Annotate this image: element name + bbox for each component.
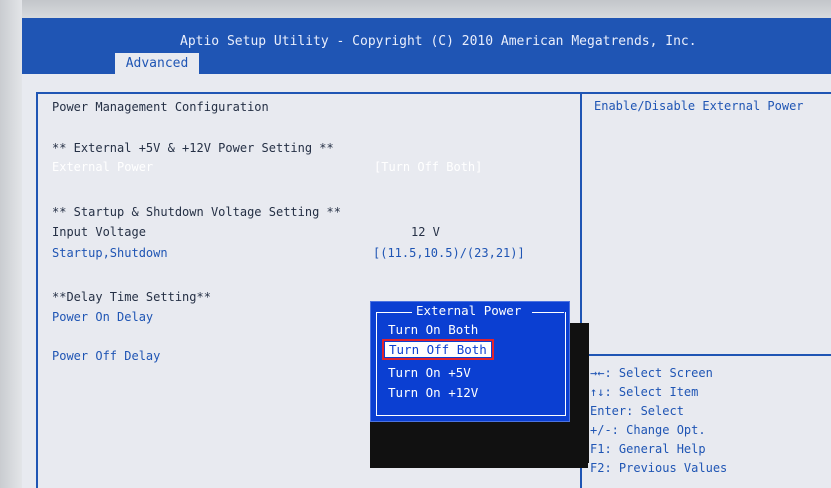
popup-title: External Power — [416, 303, 522, 318]
external-power-label[interactable]: External Power — [52, 160, 153, 174]
help-description: Enable/Disable External Power — [594, 99, 804, 113]
startup-shutdown-label[interactable]: Startup,Shutdown — [52, 246, 168, 260]
external-power-popup: External Power Turn On Both Turn Off Bot… — [370, 301, 570, 422]
page-heading: Power Management Configuration — [52, 100, 269, 114]
key-select-screen: →←: Select Screen — [590, 366, 713, 380]
option-turn-on-both[interactable]: Turn On Both — [388, 322, 478, 337]
power-off-delay-label[interactable]: Power Off Delay — [52, 349, 160, 363]
startup-shutdown-value[interactable]: [(11.5,10.5)/(23,21)] — [373, 246, 525, 260]
option-turn-on-5v[interactable]: Turn On +5V — [388, 365, 471, 380]
popup-shadow-side — [567, 323, 589, 463]
option-turn-on-12v[interactable]: Turn On +12V — [388, 385, 478, 400]
key-change-option: +/-: Change Opt. — [590, 423, 706, 437]
option-turn-off-both[interactable]: Turn Off Both — [382, 339, 494, 360]
key-general-help: F1: General Help — [590, 442, 706, 456]
tab-advanced[interactable]: Advanced — [115, 53, 199, 74]
help-separator — [582, 354, 831, 356]
popup-shadow — [370, 420, 588, 468]
key-enter-select: Enter: Select — [590, 404, 684, 418]
monitor-bezel-left — [0, 0, 22, 488]
input-voltage-label: Input Voltage — [52, 225, 146, 239]
bios-header: Aptio Setup Utility - Copyright (C) 2010… — [22, 18, 831, 74]
section-delay-time: **Delay Time Setting** — [52, 290, 211, 304]
section-external-power: ** External +5V & +12V Power Setting ** — [52, 141, 334, 155]
key-previous-values: F2: Previous Values — [590, 461, 728, 475]
key-select-item: ↑↓: Select Item — [590, 385, 699, 399]
utility-title: Aptio Setup Utility - Copyright (C) 2010… — [180, 34, 697, 49]
bios-screen: Aptio Setup Utility - Copyright (C) 2010… — [22, 18, 831, 488]
input-voltage-value: 12 V — [411, 225, 440, 239]
section-startup-shutdown: ** Startup & Shutdown Voltage Setting ** — [52, 205, 341, 219]
external-power-value[interactable]: [Turn Off Both] — [374, 160, 482, 174]
power-on-delay-label[interactable]: Power On Delay — [52, 310, 153, 324]
